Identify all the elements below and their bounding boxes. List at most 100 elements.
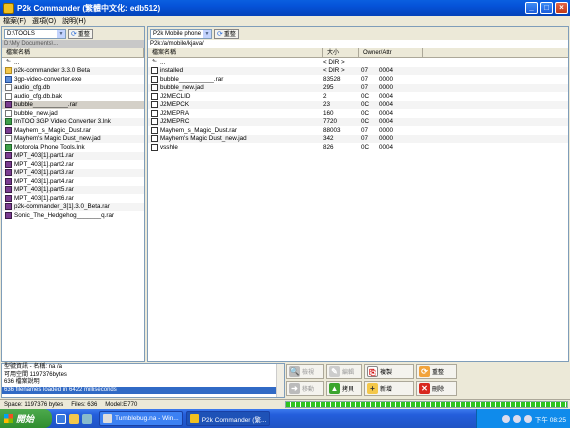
file-size: < DIR > [323, 67, 345, 75]
left-file-row[interactable]: audio_cfg.db [2, 83, 144, 92]
delete-x-icon: ✕ [419, 383, 430, 394]
left-file-row[interactable]: MPT_403[1].part1.rar [2, 151, 144, 160]
right-col-attr[interactable]: Owner/Attr [359, 48, 423, 57]
task-notepad-label: Tumblebug.na - Win... [115, 415, 179, 422]
right-col-size[interactable]: 大小 [323, 48, 359, 57]
task-notepad[interactable]: Tumblebug.na - Win... [99, 411, 183, 426]
right-drive-select[interactable]: P2k Mobile phone ▼ [150, 28, 212, 39]
file-attr: 0000 [379, 126, 394, 134]
menu-options[interactable]: 選項(O) [29, 16, 59, 26]
left-file-row[interactable]: p2k-commander 3.3.0 Beta [2, 66, 144, 75]
delete-button[interactable]: ✕ 刪除 [416, 381, 457, 396]
close-button[interactable]: × [555, 2, 568, 14]
file-owner: 0C [361, 92, 370, 100]
left-file-row[interactable]: MPT_403[1].part5.rar [2, 185, 144, 194]
pencil-icon: ✎ [329, 366, 340, 377]
status-mode: Model:E770 [105, 401, 138, 408]
right-file-row[interactable]: bubble__________.rar 83528 07 0000 [148, 75, 568, 84]
file-attr: 0004 [379, 143, 394, 151]
right-file-row[interactable]: installed < DIR > 07 0004 [148, 66, 568, 75]
left-file-row[interactable]: MPT_403[1].part6.rar [2, 194, 144, 203]
right-file-name: Mayhem_s_Magic_Dust.rar [160, 126, 237, 134]
tray-icon[interactable] [512, 414, 521, 423]
info-line: 636 檔案說明 [4, 379, 40, 385]
menu-help[interactable]: 說明(H) [59, 16, 89, 26]
left-drive-select[interactable]: D:\TOOLS ▼ [4, 28, 66, 39]
rar-file-icon [5, 203, 12, 211]
file-file-icon [5, 135, 12, 143]
right-file-row[interactable]: J2MEPRA 160 0C 0004 [148, 109, 568, 118]
left-file-name: 3gp-video-converter.exe [14, 75, 82, 83]
move-button[interactable]: ➜ 移動 [286, 381, 324, 396]
left-file-row[interactable]: Motorola Phone Tools.lnk [2, 143, 144, 152]
left-file-name: p2k-commander_3[1].3.0_Beta.rar [14, 203, 110, 211]
left-file-name: Motorola Phone Tools.lnk [14, 143, 85, 151]
left-file-row[interactable]: MPT_403[1].part3.rar [2, 168, 144, 177]
tray-icon[interactable] [523, 414, 532, 423]
upload-button[interactable]: ▲ 拷貝 [326, 381, 362, 396]
menu-file[interactable]: 檔案(F) [0, 16, 29, 26]
lnk-file-icon [5, 143, 12, 151]
left-refresh-button[interactable]: ⟳ 重整 [68, 28, 93, 39]
action-button-panel: 🔍 檢視 ✎ 編輯 ⎘ 複製 ⟳ 重整 ➜ 移動 ▲ 拷貝 + 新增 ✕ 刪除 [286, 363, 569, 398]
file-size: < DIR > [323, 58, 345, 66]
file-owner: 07 [361, 84, 369, 92]
file-size: 88003 [323, 126, 341, 134]
left-file-row[interactable]: Mayhem_s_Magic_Dust.rar [2, 126, 144, 135]
right-file-row[interactable]: J2MECLID 2 0C 0004 [148, 92, 568, 101]
left-file-row[interactable]: bubble__________.rar [2, 100, 144, 109]
move-label: 移動 [302, 387, 315, 393]
left-file-row[interactable]: bubble_new.jad [2, 109, 144, 118]
left-file-row[interactable]: MPT_403[1].part4.rar [2, 177, 144, 186]
right-file-row[interactable]: Mayhem's Magic Dust_new.jad 342 07 0000 [148, 134, 568, 143]
left-file-row[interactable]: MPT_403[1].part2.rar [2, 160, 144, 169]
left-file-name: audio_cfg.db.bak [14, 92, 62, 100]
file-size: 826 [323, 143, 334, 151]
windows-logo-icon [4, 414, 13, 423]
left-file-row[interactable]: p2k-commander_3[1].3.0_Beta.rar [2, 202, 144, 211]
left-file-row[interactable]: Mayhem's Magic Dust_new.jad [2, 134, 144, 143]
status-bar: Space: 1197376 bytes Files: 636 Model:E7… [0, 399, 570, 409]
right-file-name: J2MEPCK [160, 101, 190, 109]
right-file-row[interactable]: Mayhem_s_Magic_Dust.rar 88003 07 0000 [148, 126, 568, 135]
task-p2k-commander[interactable]: P2k Commander (繁... [185, 411, 271, 426]
right-file-row[interactable]: J2MEPRC 7720 0C 0004 [148, 117, 568, 126]
status-space: Space: 1197376 bytes [4, 401, 64, 408]
minimize-button[interactable]: _ [525, 2, 538, 14]
rar-file-icon [5, 160, 12, 168]
new-folder-label: 新增 [380, 387, 393, 393]
left-file-row[interactable]: 3gp-video-converter.exe [2, 75, 144, 84]
view-button[interactable]: 🔍 檢視 [286, 364, 324, 379]
file-owner: 07 [361, 135, 369, 143]
info-line: 可用空間 1197376bytes [4, 371, 67, 378]
left-file-row[interactable]: Sonic_The_Hedgehog_______q.rar [2, 211, 144, 220]
copy-button[interactable]: ⎘ 複製 [364, 364, 414, 379]
left-file-row[interactable]: audio_cfg.db.bak [2, 92, 144, 101]
new-folder-button[interactable]: + 新增 [364, 381, 414, 396]
jar-file-icon [151, 118, 158, 126]
left-col-name[interactable]: 檔案名稱 [2, 48, 144, 57]
maximize-button[interactable]: □ [540, 2, 553, 14]
start-label: 開始 [16, 414, 35, 424]
explorer-icon[interactable] [69, 413, 79, 424]
right-file-row[interactable]: bubble_new.jad 295 07 0000 [148, 83, 568, 92]
right-file-row[interactable]: vsshle 826 0C 0004 [148, 143, 568, 152]
right-drive-label: P2k Mobile phone [153, 30, 202, 37]
move-arrow-icon: ➜ [289, 383, 300, 394]
right-col-name[interactable]: 檔案名稱 [148, 48, 323, 57]
desktop-icon[interactable] [82, 413, 92, 424]
info-scrollbar[interactable] [276, 364, 284, 397]
left-file-row[interactable]: ⬑... [2, 58, 144, 67]
right-refresh-button[interactable]: ⟳ 重整 [214, 28, 239, 39]
start-button[interactable]: 開始 [0, 409, 52, 428]
left-file-name: MPT_403[1].part2.rar [14, 160, 74, 168]
rar-file-icon [5, 101, 12, 109]
file-size: 23 [323, 101, 331, 109]
right-file-row[interactable]: ⬑... < DIR > [148, 58, 568, 67]
tray-icon[interactable] [501, 414, 510, 423]
edit-button[interactable]: ✎ 編輯 [326, 364, 362, 379]
right-file-row[interactable]: J2MEPCK 23 0C 0004 [148, 100, 568, 109]
ie-icon[interactable] [56, 413, 66, 424]
refresh-all-button[interactable]: ⟳ 重整 [416, 364, 457, 379]
left-file-row[interactable]: ImTOO 3GP Video Converter 3.lnk [2, 117, 144, 126]
